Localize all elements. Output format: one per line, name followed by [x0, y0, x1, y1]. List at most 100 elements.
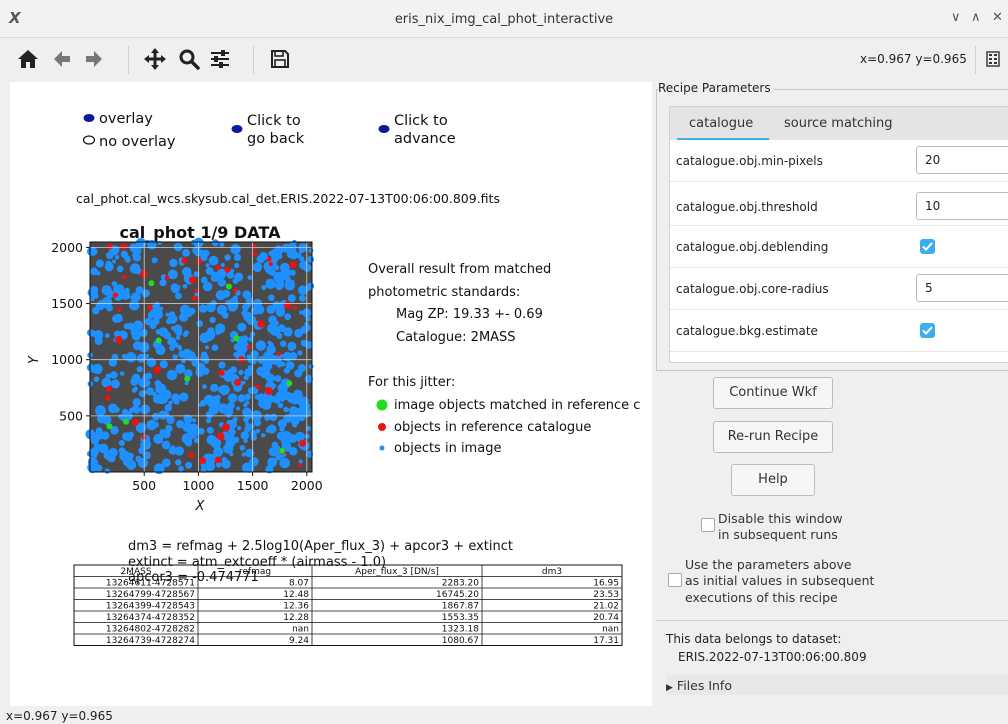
image-object-marker [161, 411, 170, 419]
image-object-marker [298, 294, 306, 302]
no-overlay-option[interactable]: no overlay [82, 134, 176, 150]
bkg-estimate-checkbox[interactable] [920, 323, 935, 338]
image-object-marker [146, 419, 157, 431]
core-radius-input[interactable]: 5 [916, 274, 1008, 302]
figure-canvas[interactable]: overlay no overlay Click to go back Clic… [10, 82, 652, 706]
image-object-marker [273, 358, 279, 364]
image-object-marker [279, 426, 285, 432]
image-object-marker [138, 378, 148, 388]
back-arrow-icon[interactable] [48, 45, 76, 73]
continue-workflow-button[interactable]: Continue Wkf [713, 377, 833, 409]
image-object-marker [90, 267, 98, 276]
forward-arrow-icon[interactable] [80, 45, 108, 73]
reference-object-marker [120, 243, 128, 250]
home-icon[interactable] [14, 45, 42, 73]
image-object-marker [110, 379, 120, 389]
image-object-marker [265, 278, 276, 289]
help-button[interactable]: Help [731, 464, 815, 496]
image-object-marker [277, 402, 284, 409]
jitter-heading: For this jitter: [368, 375, 455, 390]
configure-subplots-icon[interactable] [206, 45, 234, 73]
image-object-marker [307, 282, 315, 290]
image-object-marker [264, 416, 270, 421]
image-object-marker [243, 375, 249, 381]
image-object-marker [210, 398, 221, 408]
reference-object-marker [246, 344, 252, 350]
image-plot[interactable] [85, 237, 315, 475]
matched-object-marker [184, 375, 191, 382]
image-object-marker [162, 458, 171, 468]
image-object-marker [285, 407, 290, 412]
image-object-marker [113, 406, 120, 413]
image-object-marker [145, 387, 155, 396]
image-object-marker [169, 345, 175, 351]
pan-icon[interactable] [141, 45, 169, 73]
reference-object-marker [264, 386, 273, 395]
image-object-marker [95, 259, 104, 268]
image-object-marker [92, 452, 98, 458]
use-parameters-checkbox[interactable] [668, 573, 682, 587]
no-overlay-marker [82, 135, 96, 145]
image-object-marker [145, 372, 153, 380]
overlay-label: overlay [99, 111, 153, 127]
image-object-marker [237, 394, 246, 403]
matched-object-marker [106, 423, 113, 430]
image-object-marker [239, 445, 246, 451]
image-object-marker [303, 263, 312, 272]
tab-source-matching[interactable]: source matching [784, 116, 893, 131]
image-object-marker [89, 285, 99, 295]
minimize-button[interactable]: ∨ [951, 10, 961, 25]
image-object-marker [131, 331, 141, 341]
image-object-marker [261, 399, 272, 410]
zoom-icon[interactable] [175, 45, 203, 73]
threshold-input[interactable]: 10 [916, 192, 1008, 220]
go-back-marker [231, 125, 243, 133]
status-bar: x=0.967 y=0.965 [6, 709, 113, 723]
image-object-marker [196, 320, 203, 327]
image-object-marker [205, 267, 214, 275]
image-object-marker [211, 344, 219, 352]
image-object-marker [211, 239, 219, 247]
advance-button[interactable]: Click to advance [378, 113, 456, 147]
table-cell: 1080.67 [442, 636, 479, 646]
image-object-marker [169, 258, 178, 268]
image-object-marker [105, 260, 113, 268]
image-object-marker [146, 357, 157, 368]
close-button[interactable]: ✕ [992, 10, 1003, 25]
image-object-marker [298, 248, 304, 254]
min-pixels-input[interactable]: 20 [916, 146, 1008, 174]
matched-object-marker [123, 418, 130, 425]
image-object-marker [305, 316, 311, 322]
overlay-marker [83, 114, 95, 122]
deblending-checkbox[interactable] [920, 239, 935, 254]
image-object-marker [116, 265, 124, 273]
files-info-expander[interactable]: ▶ Files Info [666, 675, 1008, 695]
figure-svg[interactable]: overlay no overlay Click to go back Clic… [10, 82, 652, 706]
image-object-marker [247, 354, 256, 364]
image-object-marker [236, 406, 240, 411]
x-tick-label: 1000 [182, 478, 214, 493]
param-label: catalogue.obj.core-radius [676, 282, 829, 296]
reference-legend-label: objects in reference catalogue [394, 420, 591, 435]
y-tick-label: 500 [59, 408, 83, 423]
image-object-marker [132, 398, 141, 407]
matched-object-marker [279, 447, 286, 454]
x-axis-ticks: 500 1000 1500 2000 [132, 472, 323, 493]
save-icon[interactable] [266, 45, 294, 73]
reference-object-marker [224, 266, 231, 273]
disable-window-checkbox[interactable] [701, 518, 715, 532]
image-object-marker [230, 244, 241, 255]
disable-window-label-2: in subsequent runs [718, 527, 838, 542]
menu-icon[interactable] [982, 45, 1004, 73]
rerun-recipe-button[interactable]: Re-run Recipe [713, 421, 833, 453]
image-object-marker [168, 269, 178, 280]
maximize-button[interactable]: ∧ [971, 10, 981, 25]
matched-object-marker [155, 337, 162, 344]
image-object-marker [283, 414, 292, 423]
tab-catalogue[interactable]: catalogue [689, 116, 753, 131]
overlay-option[interactable]: overlay [83, 111, 154, 127]
go-back-button[interactable]: Click to go back [231, 113, 305, 147]
table-header: refmag [239, 567, 271, 577]
image-object-marker [227, 393, 238, 403]
matched-object-marker [286, 380, 293, 387]
